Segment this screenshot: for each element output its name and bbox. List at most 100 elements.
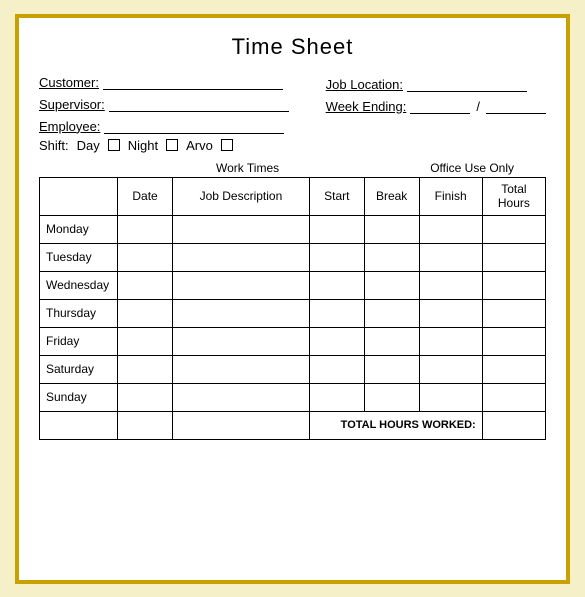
cell-tuesday-start[interactable] [309, 243, 364, 271]
job-location-label: Job Location: [326, 77, 403, 92]
day-friday: Friday [40, 327, 118, 355]
table-row: Tuesday [40, 243, 546, 271]
cell-tuesday-jobdesc[interactable] [172, 243, 309, 271]
shift-row: Shift: Day Night Arvo [39, 138, 546, 153]
col-header-totalhours: TotalHours [482, 177, 545, 215]
week-ending-date1[interactable] [410, 98, 470, 114]
cell-wednesday-date[interactable] [118, 271, 173, 299]
cell-sunday-date[interactable] [118, 383, 173, 411]
form-right: Job Location: Week Ending: / [326, 74, 546, 134]
cell-thursday-total[interactable] [482, 299, 545, 327]
day-thursday: Thursday [40, 299, 118, 327]
cell-monday-finish[interactable] [419, 215, 482, 243]
shift-day-label: Day [77, 138, 100, 153]
cell-saturday-jobdesc[interactable] [172, 355, 309, 383]
week-ending-label: Week Ending: [326, 99, 407, 114]
cell-saturday-finish[interactable] [419, 355, 482, 383]
cell-wednesday-finish[interactable] [419, 271, 482, 299]
supervisor-field: Supervisor: [39, 96, 289, 112]
employee-label: Employee: [39, 119, 100, 134]
cell-saturday-break[interactable] [364, 355, 419, 383]
cell-saturday-total[interactable] [482, 355, 545, 383]
table-row: Sunday [40, 383, 546, 411]
week-ending-field: Week Ending: / [326, 98, 546, 114]
total-day-cell [40, 411, 118, 439]
cell-monday-break[interactable] [364, 215, 419, 243]
cell-saturday-date[interactable] [118, 355, 173, 383]
cell-friday-jobdesc[interactable] [172, 327, 309, 355]
cell-tuesday-total[interactable] [482, 243, 545, 271]
cell-saturday-start[interactable] [309, 355, 364, 383]
col-header-finish: Finish [419, 177, 482, 215]
table-row: Friday [40, 327, 546, 355]
cell-tuesday-date[interactable] [118, 243, 173, 271]
day-saturday: Saturday [40, 355, 118, 383]
form-top: Customer: Supervisor: Employee: Job Loca… [39, 74, 546, 134]
form-left: Customer: Supervisor: Employee: [39, 74, 289, 134]
cell-sunday-break[interactable] [364, 383, 419, 411]
job-location-input[interactable] [407, 76, 527, 92]
shift-night-checkbox[interactable] [166, 139, 178, 151]
cell-tuesday-finish[interactable] [419, 243, 482, 271]
cell-monday-date[interactable] [118, 215, 173, 243]
timesheet-table: Date Job Description Start Break Finish … [39, 177, 546, 440]
cell-thursday-start[interactable] [309, 299, 364, 327]
table-row: Wednesday [40, 271, 546, 299]
day-sunday: Sunday [40, 383, 118, 411]
cell-friday-start[interactable] [309, 327, 364, 355]
total-hours-value[interactable] [482, 411, 545, 439]
week-ending-date2[interactable] [486, 98, 546, 114]
total-hours-label: TOTAL HOURS WORKED: [309, 411, 482, 439]
shift-night-label: Night [128, 138, 158, 153]
day-monday: Monday [40, 215, 118, 243]
cell-wednesday-break[interactable] [364, 271, 419, 299]
date-slash: / [476, 99, 480, 114]
supervisor-label: Supervisor: [39, 97, 105, 112]
col-header-start: Start [309, 177, 364, 215]
cell-thursday-jobdesc[interactable] [172, 299, 309, 327]
col-header-jobdesc: Job Description [172, 177, 309, 215]
col-header-day [40, 177, 118, 215]
cell-thursday-date[interactable] [118, 299, 173, 327]
shift-label: Shift: [39, 138, 69, 153]
shift-arvo-label: Arvo [186, 138, 213, 153]
day-tuesday: Tuesday [40, 243, 118, 271]
cell-sunday-jobdesc[interactable] [172, 383, 309, 411]
work-times-header: Work Times Office Use Only [39, 161, 546, 175]
cell-thursday-break[interactable] [364, 299, 419, 327]
cell-friday-total[interactable] [482, 327, 545, 355]
table-header-row: Date Job Description Start Break Finish … [40, 177, 546, 215]
employee-input[interactable] [104, 118, 284, 134]
shift-day-checkbox[interactable] [108, 139, 120, 151]
cell-sunday-finish[interactable] [419, 383, 482, 411]
supervisor-input[interactable] [109, 96, 289, 112]
day-wednesday: Wednesday [40, 271, 118, 299]
work-times-label: Work Times [216, 161, 279, 175]
customer-input[interactable] [103, 74, 283, 90]
job-location-field: Job Location: [326, 76, 546, 92]
cell-monday-jobdesc[interactable] [172, 215, 309, 243]
timesheet-container: Time Sheet Customer: Supervisor: Employe… [15, 14, 570, 584]
cell-monday-total[interactable] [482, 215, 545, 243]
cell-monday-start[interactable] [309, 215, 364, 243]
employee-field: Employee: [39, 118, 289, 134]
table-row: Monday [40, 215, 546, 243]
total-row: TOTAL HOURS WORKED: [40, 411, 546, 439]
cell-wednesday-start[interactable] [309, 271, 364, 299]
cell-wednesday-total[interactable] [482, 271, 545, 299]
cell-sunday-start[interactable] [309, 383, 364, 411]
col-header-break: Break [364, 177, 419, 215]
shift-arvo-checkbox[interactable] [221, 139, 233, 151]
office-use-label: Office Use Only [430, 161, 514, 175]
cell-friday-finish[interactable] [419, 327, 482, 355]
cell-friday-break[interactable] [364, 327, 419, 355]
customer-field: Customer: [39, 74, 289, 90]
cell-friday-date[interactable] [118, 327, 173, 355]
total-jobdesc-cell [172, 411, 309, 439]
cell-wednesday-jobdesc[interactable] [172, 271, 309, 299]
cell-thursday-finish[interactable] [419, 299, 482, 327]
cell-sunday-total[interactable] [482, 383, 545, 411]
table-row: Saturday [40, 355, 546, 383]
col-header-date: Date [118, 177, 173, 215]
cell-tuesday-break[interactable] [364, 243, 419, 271]
